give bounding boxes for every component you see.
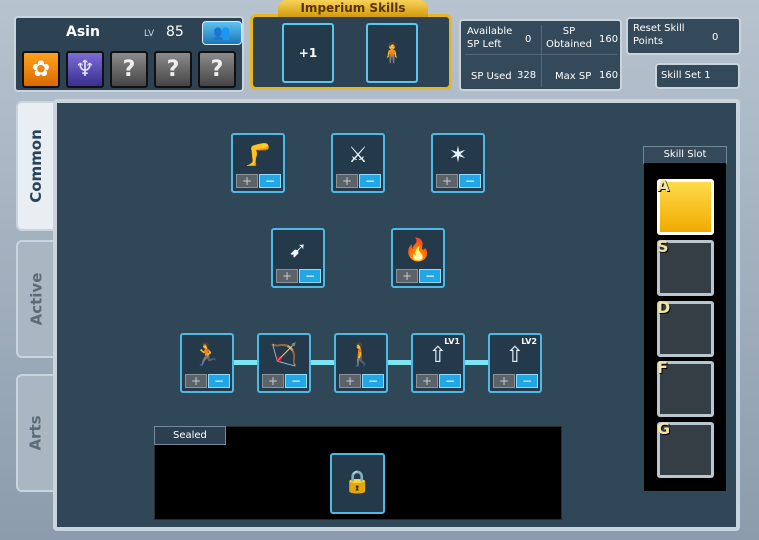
skill-plus-button[interactable]: + <box>262 374 284 388</box>
character-panel: Asin LV 85 👥 ✿ ♆ ? ? ? <box>14 16 244 92</box>
skill-minus-button[interactable]: − <box>439 374 461 388</box>
level-value: 85 <box>166 24 184 40</box>
hotkey-label: D <box>657 298 671 317</box>
tab-common[interactable]: Common <box>16 101 54 231</box>
locked-class-slot[interactable]: ? <box>198 51 236 88</box>
skill-minus-button[interactable]: − <box>362 374 384 388</box>
divider <box>541 25 542 87</box>
skill-minus-button[interactable]: − <box>516 374 538 388</box>
locked-class-slot[interactable]: ? <box>110 51 148 88</box>
rise-skill-icon: 🔥 <box>404 238 432 263</box>
sp-used-label: SP Used <box>471 71 512 82</box>
skill-node[interactable]: 🏃 + − <box>180 333 234 393</box>
kick-skill-icon: 🦵 <box>244 143 272 168</box>
tab-label: Arts <box>26 415 45 451</box>
locked-class-slot[interactable]: ? <box>154 51 192 88</box>
skill-minus-button[interactable]: − <box>459 174 481 188</box>
skill-plus-button[interactable]: + <box>336 174 358 188</box>
mp-up-skill-icon: ⇧ <box>428 343 448 368</box>
skill-minus-button[interactable]: − <box>419 269 441 283</box>
max-sp-value: 160 <box>599 70 619 81</box>
skill-node[interactable]: 🚶 + − <box>334 333 388 393</box>
skill-minus-button[interactable]: − <box>299 269 321 283</box>
skill-connector <box>464 360 490 365</box>
burst-skill-icon: ✶ <box>448 143 468 168</box>
reset-value: 0 <box>712 32 719 43</box>
skill-minus-button[interactable]: − <box>359 174 381 188</box>
imperium-plus-one: +1 <box>298 46 318 60</box>
hotkey-label: G <box>657 419 671 438</box>
hotkey-label: A <box>657 176 670 195</box>
bow-skill-icon: 🏹 <box>270 343 298 368</box>
skill-node[interactable]: 🔥 + − <box>391 228 445 288</box>
skill-connector <box>387 360 413 365</box>
sealed-skill-icon[interactable]: 🔒 <box>330 453 385 514</box>
skill-connector <box>233 360 259 365</box>
skill-set-selector[interactable]: Skill Set 1 <box>655 63 740 89</box>
skill-plus-button[interactable]: + <box>339 374 361 388</box>
skill-slot-header: Skill Slot <box>643 146 727 164</box>
dash-skill-icon: ➹ <box>288 238 308 263</box>
class-emblem-icon[interactable]: ✿ <box>22 51 60 88</box>
imperium-skill-slot[interactable]: +1 <box>282 23 334 83</box>
imperium-title: Imperium Skills <box>278 0 428 17</box>
tab-label: Common <box>27 129 45 203</box>
mp-up-skill-icon: ⇧ <box>505 343 525 368</box>
skill-plus-button[interactable]: + <box>416 374 438 388</box>
skill-node[interactable]: 🦵 + − <box>231 133 285 193</box>
tab-arts[interactable]: Arts <box>16 374 54 492</box>
skill-plus-button[interactable]: + <box>236 174 258 188</box>
reset-skill-points-button[interactable]: Reset Skill Points 0 <box>626 17 741 55</box>
skill-node[interactable]: LV2 ⇧ + − <box>488 333 542 393</box>
skill-node[interactable]: LV1 ⇧ + − <box>411 333 465 393</box>
hotkey-label: F <box>657 358 668 377</box>
skill-plus-button[interactable]: + <box>396 269 418 283</box>
class-emblem-icon[interactable]: ♆ <box>66 51 104 88</box>
tab-active[interactable]: Active <box>16 240 54 358</box>
imperium-skills-panel: +1 🧍 <box>250 14 452 90</box>
skill-minus-button[interactable]: − <box>259 174 281 188</box>
skill-node[interactable]: 🏹 + − <box>257 333 311 393</box>
skill-minus-button[interactable]: − <box>285 374 307 388</box>
skill-node[interactable]: ➹ + − <box>271 228 325 288</box>
figure-skill-icon: 🚶 <box>347 343 375 368</box>
sp-obtained-value: 160 <box>599 34 619 45</box>
sp-obtained-label: SP Obtained <box>546 26 592 50</box>
stance-skill-icon: 🏃 <box>193 343 221 368</box>
imperium-skill-slot[interactable]: 🧍 <box>366 23 418 83</box>
skill-node[interactable]: ⚔ + − <box>331 133 385 193</box>
character-name: Asin <box>66 24 100 40</box>
skill-node[interactable]: ✶ + − <box>431 133 485 193</box>
skill-minus-button[interactable]: − <box>208 374 230 388</box>
party-icon[interactable]: 👥 <box>202 21 242 45</box>
sealed-label: Sealed <box>154 426 226 445</box>
skill-plus-button[interactable]: + <box>436 174 458 188</box>
available-sp-value: 0 <box>525 34 532 45</box>
skill-set-label: Skill Set 1 <box>661 70 711 81</box>
level-label: LV <box>144 29 155 39</box>
tab-label: Active <box>27 272 46 326</box>
available-sp-label: Available SP Left <box>467 26 513 50</box>
max-sp-label: Max SP <box>555 71 592 82</box>
skill-plus-button[interactable]: + <box>276 269 298 283</box>
hotkey-label: S <box>657 237 669 256</box>
skill-plus-button[interactable]: + <box>185 374 207 388</box>
slash-skill-icon: ⚔ <box>348 143 368 168</box>
skill-plus-button[interactable]: + <box>493 374 515 388</box>
sp-used-value: 328 <box>517 70 537 81</box>
reset-label: Reset Skill Points <box>633 23 685 47</box>
sp-stats-panel: Available SP Left 0 SP Obtained 160 SP U… <box>459 19 622 91</box>
skill-connector <box>310 360 336 365</box>
